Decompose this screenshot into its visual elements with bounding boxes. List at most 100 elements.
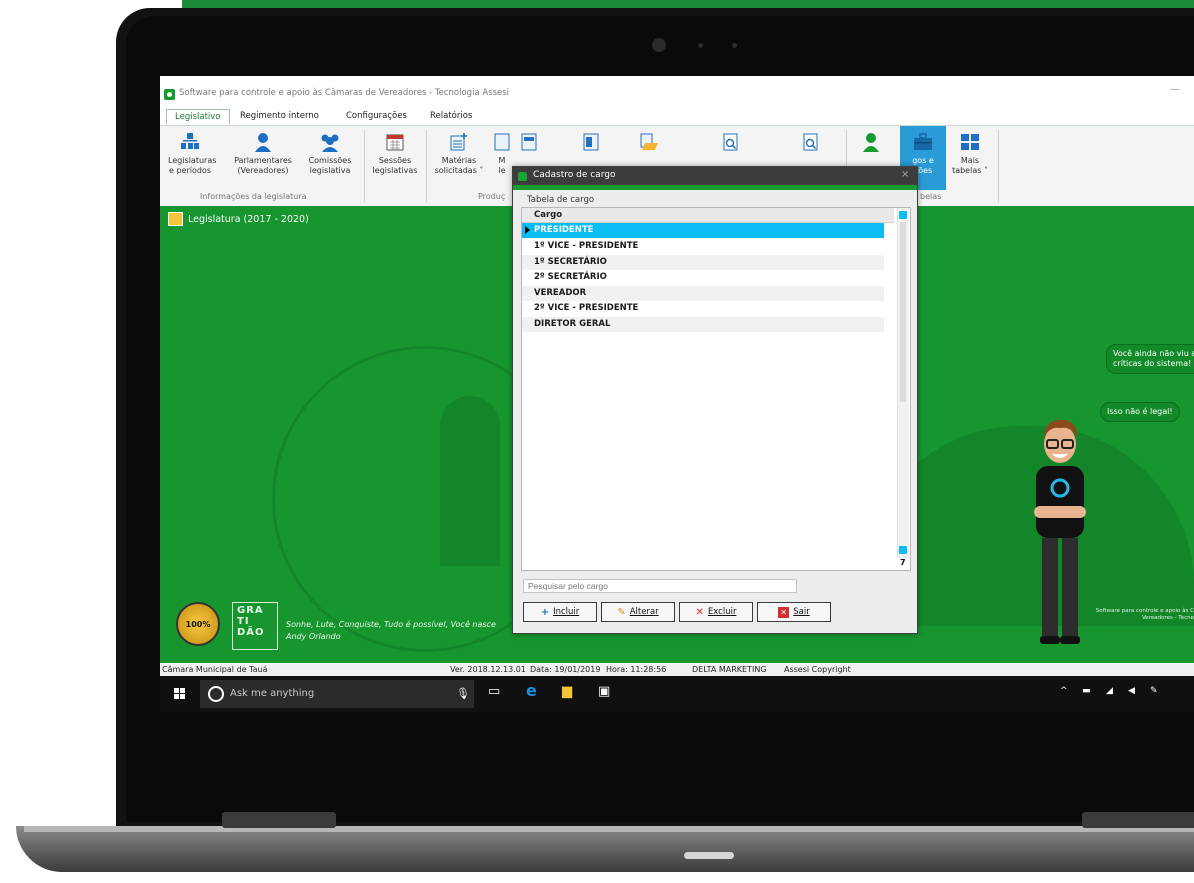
person-icon: [860, 132, 882, 152]
group-label-tabelas: belas: [920, 192, 942, 201]
group-label-legislatura: Informações da legislatura: [200, 192, 307, 201]
footer-caption: Software para controle e apoio às C Vere…: [1095, 608, 1194, 621]
tray-chevron-icon[interactable]: ^: [1060, 686, 1068, 696]
search-document-icon: [720, 132, 742, 152]
alterar-button[interactable]: ✎ Alterar: [601, 602, 675, 622]
file-explorer-icon[interactable]: ▆: [562, 684, 572, 699]
table-row[interactable]: 2º SECRETÁRIO: [522, 270, 884, 285]
dialog-title: Cadastro de cargo: [533, 170, 616, 180]
ribbon-button-search-doc-2[interactable]: [796, 132, 826, 152]
current-row-indicator: [525, 226, 530, 234]
calendar-icon: [384, 132, 406, 152]
table-row[interactable]: DIRETOR GERAL: [522, 317, 884, 332]
table-row[interactable]: PRESIDENTE: [522, 223, 884, 238]
speech-bubble-1: Você ainda não viu a críticas do sistema…: [1106, 344, 1194, 374]
table-row[interactable]: 1º VICE - PRESIDENTE: [522, 239, 884, 254]
tab-configuracoes[interactable]: Configurações: [338, 109, 415, 123]
windows-start-icon[interactable]: [174, 688, 186, 700]
ribbon-button-search-doc-1[interactable]: [716, 132, 746, 152]
ribbon-separator: [998, 130, 999, 202]
search-document-icon: [800, 132, 822, 152]
ribbon-button-document-2[interactable]: [576, 132, 606, 152]
ribbon-label-partial: M le: [498, 156, 506, 175]
alterar-label: Alterar: [629, 607, 659, 617]
sair-label: Sair: [793, 607, 810, 617]
edge-browser-icon[interactable]: e: [526, 681, 537, 700]
minimize-button[interactable]: —: [1170, 84, 1180, 95]
laptop-base-edge: [24, 826, 1194, 832]
group-label-producao: Produç: [478, 192, 506, 201]
task-view-icon[interactable]: ▭: [488, 684, 500, 699]
cell-cargo: 1º VICE - PRESIDENTE: [534, 241, 639, 251]
excluir-label: Excluir: [707, 607, 737, 617]
motivational-quote: Sonhe, Lute, Conquiste, Tudo é possível,…: [286, 620, 496, 629]
volume-icon[interactable]: ◀: [1128, 686, 1135, 696]
fieldset-label: Tabela de cargo: [527, 195, 595, 205]
taskbar-search-box[interactable]: Ask me anything 🎙: [200, 680, 474, 708]
table-row[interactable]: 1º SECRETÁRIO: [522, 255, 884, 270]
incluir-button[interactable]: + Incluir: [523, 602, 597, 622]
group-icon: [319, 132, 341, 152]
taskbar-search-placeholder: Ask me anything: [230, 688, 315, 699]
sessoes-button[interactable]: Sessões legislativas: [370, 132, 420, 176]
legislatura-label: Legislatura (2017 - 2020): [188, 213, 309, 225]
table-row[interactable]: VEREADOR: [522, 286, 884, 301]
legislatura-item[interactable]: Legislatura (2017 - 2020): [168, 212, 309, 226]
document-add-icon: [448, 132, 470, 152]
windows-taskbar: Ask me anything 🎙 ▭ e ▆ ▣ ^ ▬ ◢ ◀ ✎: [160, 676, 1194, 712]
quality-seal: 100%: [176, 602, 220, 646]
hinge-left: [222, 812, 336, 828]
ribbon-button-person[interactable]: [856, 132, 886, 152]
pencil-icon: ✎: [617, 606, 626, 618]
cell-cargo: DIRETOR GERAL: [534, 319, 611, 329]
ribbon-button-partial[interactable]: M le: [490, 132, 514, 176]
materias-button[interactable]: Matérias solicitadas ˅: [432, 132, 486, 176]
ribbon-button-document-1[interactable]: [514, 132, 544, 152]
ribbon-tabs: Legislativo Regimento interno Configuraç…: [160, 109, 1194, 125]
excluir-button[interactable]: ✕ Excluir: [679, 602, 753, 622]
mais-tabelas-button[interactable]: Mais tabelas ˅: [952, 132, 988, 176]
microphone-icon[interactable]: 🎙: [456, 687, 470, 700]
sair-button[interactable]: ✕ Sair: [757, 602, 831, 622]
tab-legislativo[interactable]: Legislativo: [166, 109, 230, 124]
comissoes-button[interactable]: Comissões legislativa: [306, 132, 354, 176]
ribbon-button-folder[interactable]: [634, 132, 664, 152]
column-header-cargo[interactable]: Cargo: [534, 210, 562, 220]
document-icon: [491, 132, 513, 152]
status-entity: Câmara Municipal de Tauá: [162, 665, 268, 674]
legislaturas-button[interactable]: Legislaturas e períodos: [168, 132, 217, 176]
scroll-down-button[interactable]: [899, 546, 907, 554]
document-icon: [580, 132, 602, 152]
scroll-thumb[interactable]: [900, 222, 906, 402]
close-icon[interactable]: ×: [901, 169, 909, 180]
app-logo-icon: [164, 89, 175, 100]
pen-icon[interactable]: ✎: [1150, 686, 1158, 696]
briefcase-icon: [912, 132, 934, 152]
laptop-base: [16, 826, 1194, 872]
search-cargo-input[interactable]: [523, 579, 797, 593]
status-time: Hora: 11:28:56: [606, 665, 667, 674]
network-icon[interactable]: ◢: [1106, 686, 1113, 696]
tab-regimento-interno[interactable]: Regimento interno: [232, 109, 327, 123]
seal-text: 100%: [185, 619, 211, 629]
folder-document-icon: [638, 132, 660, 152]
ribbon-separator: [364, 130, 365, 202]
store-icon[interactable]: ▣: [598, 684, 610, 699]
cell-cargo: VEREADOR: [534, 288, 587, 298]
cell-cargo: 2º SECRETÁRIO: [534, 272, 607, 282]
legislaturas-label: Legislaturas e períodos: [168, 156, 217, 175]
folder-icon: [168, 212, 183, 226]
window-titlebar: Software para controle e apoio às Câmara…: [160, 76, 1194, 106]
parlamentares-button[interactable]: Parlamentares (Vereadores): [232, 132, 294, 176]
sensor-dot: [698, 43, 703, 48]
tables-icon: [959, 132, 981, 152]
scroll-up-button[interactable]: [899, 211, 907, 219]
cadastro-de-cargo-dialog: Cadastro de cargo × Tabela de cargo Carg…: [512, 166, 918, 634]
window-title: Software para controle e apoio às Câmara…: [179, 88, 510, 98]
table-scrollbar[interactable]: [897, 208, 909, 558]
table-row[interactable]: 2º VICE - PRESIDENTE: [522, 301, 884, 316]
tab-relatorios[interactable]: Relatórios: [422, 109, 480, 123]
quote-author: Andy Orlando: [286, 632, 341, 641]
delete-x-icon: ✕: [695, 606, 704, 618]
battery-icon[interactable]: ▬: [1082, 686, 1091, 696]
